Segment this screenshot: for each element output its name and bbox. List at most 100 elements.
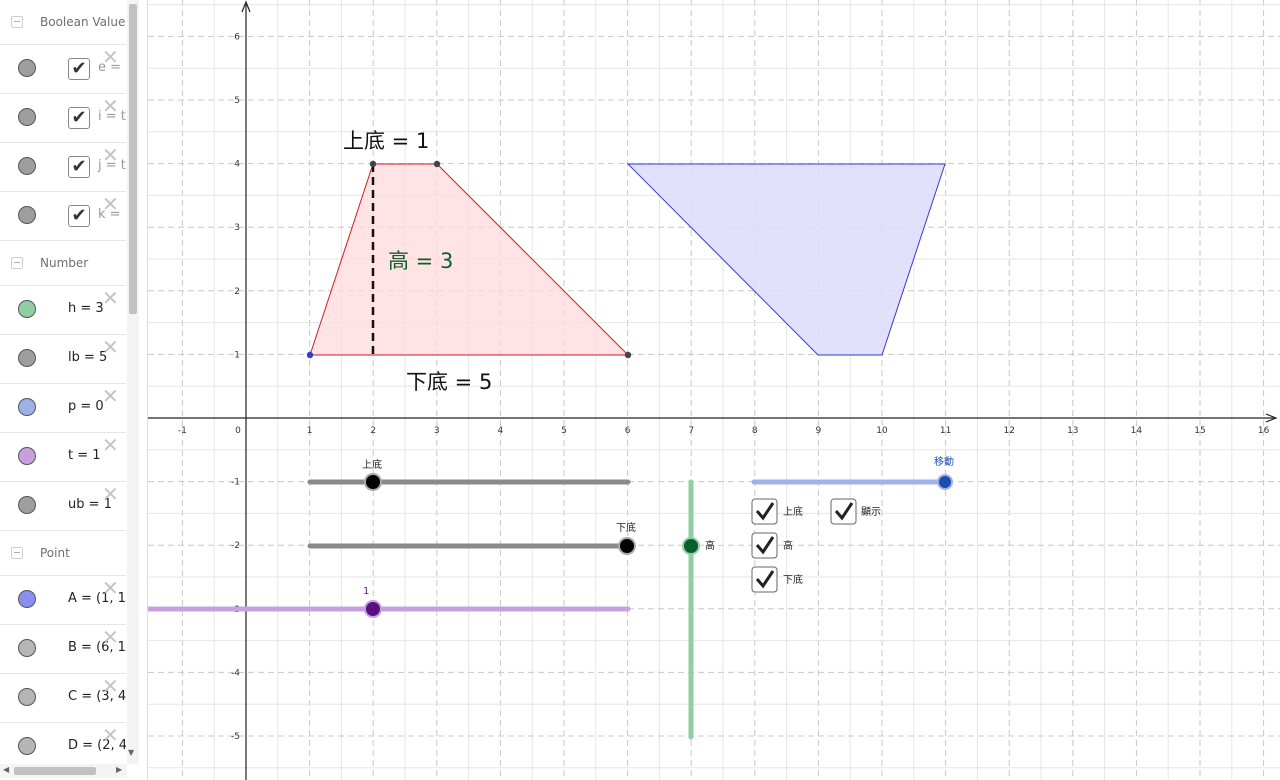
delete-icon[interactable]: ✕ (102, 386, 119, 406)
point-a[interactable] (306, 351, 314, 359)
top-base-slider-handle[interactable] (364, 473, 382, 491)
y-tick-label: 4 (234, 160, 240, 170)
visibility-toggle-icon[interactable] (18, 590, 36, 608)
visibility-toggle-icon[interactable] (18, 639, 36, 657)
visibility-toggle-icon[interactable] (18, 59, 36, 77)
scroll-left-arrow-icon[interactable]: ◀ (3, 765, 9, 774)
y-tick-label: -4 (231, 668, 240, 678)
visibility-toggle-icon[interactable] (18, 349, 36, 367)
delete-icon[interactable]: ✕ (102, 676, 119, 696)
visibility-toggle-icon[interactable] (18, 108, 36, 126)
height-label: 高 = 3 (388, 249, 453, 273)
algebra-item[interactable]: lb = 5 ✕ (0, 335, 126, 384)
visibility-toggle-icon[interactable] (18, 688, 36, 706)
algebra-item[interactable]: D = (2, 4 ✕ (0, 723, 126, 764)
algebra-horizontal-scrollbar[interactable] (0, 764, 127, 778)
algebra-item[interactable]: B = (6, 1 ✕ (0, 625, 126, 674)
collapse-icon[interactable] (11, 547, 23, 559)
algebra-item-value[interactable]: t = 1 (68, 448, 101, 463)
algebra-item[interactable]: t = 1 ✕ (0, 433, 126, 482)
graphics-view[interactable]: -1012345678910111213141516654321-1-2-3-4… (148, 0, 1280, 780)
algebra-item-value[interactable]: h = 3 (68, 301, 104, 316)
y-tick-label: 3 (234, 223, 240, 233)
t-slider-handle[interactable] (364, 600, 382, 618)
delete-icon[interactable]: ✕ (102, 578, 119, 598)
visibility-toggle-icon[interactable] (18, 300, 36, 318)
scrollbar-thumb[interactable] (14, 767, 96, 775)
t-slider-caption: 1 (363, 586, 369, 597)
algebra-item[interactable]: C = (3, 4 ✕ (0, 674, 126, 723)
collapse-icon[interactable] (11, 257, 23, 269)
checkbox-show-label: 顯示 (861, 506, 881, 518)
x-tick-label: 12 (1003, 426, 1014, 436)
delete-icon[interactable]: ✕ (102, 627, 119, 647)
collapse-icon[interactable] (11, 16, 23, 28)
point-d[interactable] (369, 160, 377, 168)
boolean-checkbox[interactable]: ✔ (68, 205, 90, 227)
x-tick-label: 2 (370, 426, 376, 436)
y-tick-label: -2 (231, 541, 240, 551)
height-slider[interactable]: 高 (682, 479, 715, 740)
x-tick-label: 13 (1067, 426, 1078, 436)
checkbox-top-base-label: 上底 (783, 505, 803, 518)
algebra-group-header[interactable]: Number (0, 241, 126, 286)
delete-icon[interactable]: ✕ (102, 145, 119, 165)
algebra-group-header[interactable]: Point (0, 531, 126, 576)
visibility-toggle-icon[interactable] (18, 206, 36, 224)
x-tick-label: 14 (1131, 426, 1143, 436)
delete-icon[interactable]: ✕ (102, 484, 119, 504)
bottom-base-slider-caption: 下底 (616, 521, 636, 534)
visibility-toggle-icon[interactable] (18, 737, 36, 755)
boolean-checkbox[interactable]: ✔ (68, 156, 90, 178)
scroll-down-arrow-icon[interactable]: ▼ (128, 748, 134, 757)
height-slider-handle[interactable] (682, 537, 700, 555)
algebra-item[interactable]: h = 3 ✕ (0, 286, 126, 335)
boolean-checkbox[interactable]: ✔ (68, 58, 90, 80)
algebra-item[interactable]: ✔ i = t ✕ (0, 94, 126, 143)
boolean-checkbox[interactable]: ✔ (68, 107, 90, 129)
algebra-group-header[interactable]: Boolean Value (0, 0, 126, 45)
y-tick-label: -5 (231, 732, 240, 742)
bottom-base-slider[interactable]: 下底 (307, 521, 636, 555)
delete-icon[interactable]: ✕ (102, 47, 119, 67)
algebra-item[interactable]: ✔ e = ✕ (0, 45, 126, 94)
move-slider[interactable]: 移動 (751, 455, 954, 490)
delete-icon[interactable]: ✕ (102, 725, 119, 745)
delete-icon[interactable]: ✕ (102, 337, 119, 357)
checkbox-top-base[interactable]: 上底 (751, 498, 803, 525)
scrollbar-thumb[interactable] (129, 4, 137, 314)
checkbox-bottom-base[interactable]: 下底 (751, 566, 803, 593)
top-base-label: 上底 = 1 (343, 129, 429, 153)
x-tick-label: 5 (561, 426, 567, 436)
point-c[interactable] (433, 160, 441, 168)
visibility-toggle-icon[interactable] (18, 496, 36, 514)
bottom-base-slider-handle[interactable] (618, 537, 636, 555)
delete-icon[interactable]: ✕ (102, 435, 119, 455)
x-tick-label: 0 (235, 426, 241, 436)
point-b[interactable] (624, 351, 632, 359)
algebra-item-value[interactable]: p = 0 (68, 399, 104, 414)
top-base-slider-caption: 上底 (362, 458, 382, 471)
y-tick-label: -1 (231, 478, 240, 488)
scroll-right-arrow-icon[interactable]: ▶ (116, 765, 122, 774)
delete-icon[interactable]: ✕ (102, 96, 119, 116)
checkbox-show[interactable]: 顯示 (830, 498, 881, 525)
visibility-toggle-icon[interactable] (18, 157, 36, 175)
delete-icon[interactable]: ✕ (102, 194, 119, 214)
algebra-list: Boolean Value ✔ e = ✕ ✔ i = t ✕ ✔ j = t ✕ ✔ k = ✕ Num… (0, 0, 126, 764)
algebra-item[interactable]: ✔ j = t ✕ (0, 143, 126, 192)
algebra-vertical-scrollbar[interactable] (127, 0, 139, 764)
move-slider-handle[interactable] (937, 474, 953, 490)
checkbox-height-label: 高 (783, 539, 793, 552)
algebra-item[interactable]: p = 0 ✕ (0, 384, 126, 433)
visibility-toggle-icon[interactable] (18, 398, 36, 416)
x-tick-label: 15 (1194, 426, 1205, 436)
delete-icon[interactable]: ✕ (102, 288, 119, 308)
t-slider[interactable]: 1 (148, 586, 631, 618)
y-tick-label: 1 (234, 350, 240, 360)
algebra-item[interactable]: A = (1, 1 ✕ (0, 576, 126, 625)
algebra-item[interactable]: ✔ k = ✕ (0, 192, 126, 241)
visibility-toggle-icon[interactable] (18, 447, 36, 465)
algebra-item[interactable]: ub = 1 ✕ (0, 482, 126, 531)
bottom-base-label: 下底 = 5 (406, 370, 492, 394)
